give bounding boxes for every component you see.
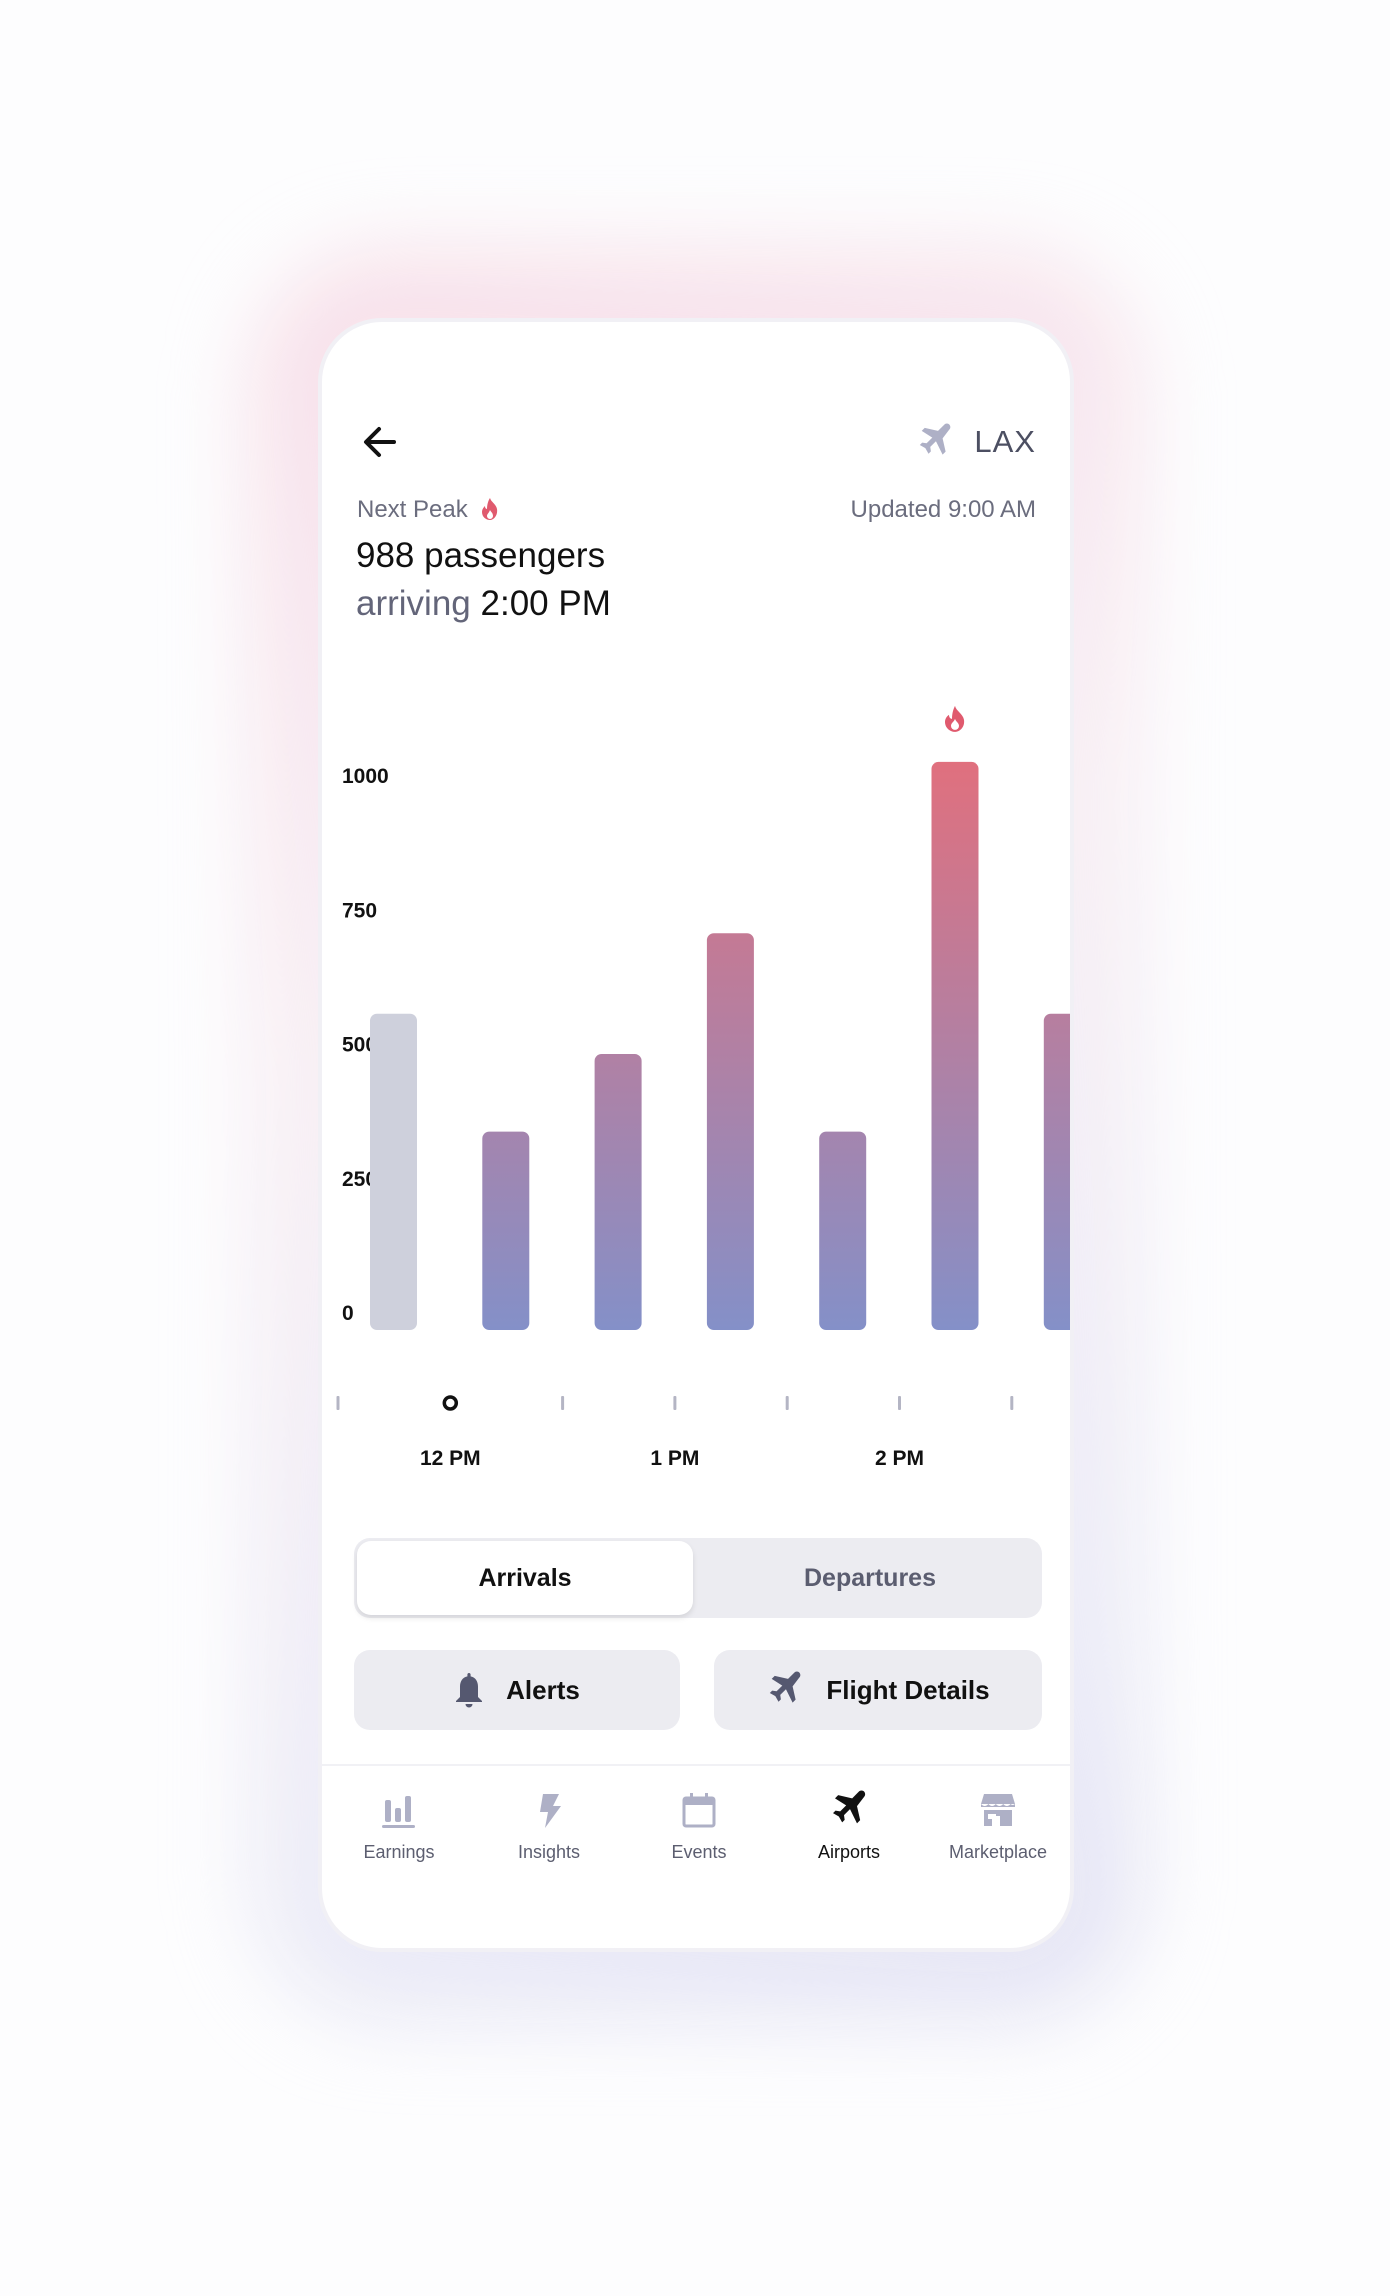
peak-passenger-count: 988 passengers <box>356 536 606 575</box>
calendar-icon <box>682 1793 716 1828</box>
nav-item-marketplace[interactable]: Marketplace <box>923 1782 1070 1863</box>
x-tick-label: 2 PM <box>875 1447 924 1470</box>
chart-bar[interactable] <box>706 933 754 1330</box>
updated-timestamp: Updated 9:00 AM <box>850 496 1036 523</box>
storefront-icon <box>981 1794 1015 1826</box>
flame-icon <box>481 498 497 520</box>
next-peak-label: Next Peak <box>357 496 500 524</box>
x-tick <box>1010 1396 1014 1410</box>
chart-bar[interactable] <box>1043 1013 1074 1330</box>
airplane-icon <box>770 1671 801 1703</box>
bell-icon <box>456 1673 483 1708</box>
y-tick-label: 500 <box>342 1034 377 1057</box>
nav-label-marketplace: Marketplace <box>948 1842 1048 1862</box>
chart-bar[interactable] <box>819 1131 867 1330</box>
nav-divider <box>322 1764 1070 1766</box>
y-tick-label: 750 <box>342 899 377 922</box>
x-tick-label: 1 PM <box>650 1447 699 1470</box>
peak-time: 2:00 PM <box>480 584 611 623</box>
nav-item-earnings[interactable]: Earnings <box>324 1782 474 1863</box>
y-tick-label: 1000 <box>342 765 389 788</box>
alerts-button[interactable]: Alerts <box>354 1650 680 1730</box>
x-tick <box>673 1396 677 1410</box>
nav-label-airports: Airports <box>817 1842 880 1862</box>
tab-departures[interactable]: Departures <box>698 1538 1042 1618</box>
bar-chart-icon <box>382 1796 415 1828</box>
peak-bar[interactable] <box>931 761 979 1330</box>
x-tick-label: 12 PM <box>420 1447 481 1470</box>
airport-selector[interactable]: LAX <box>916 422 1036 462</box>
peak-arrival-time: arriving 2:00 PM <box>356 584 611 624</box>
x-tick <box>785 1396 789 1410</box>
nav-item-events[interactable]: Events <box>624 1782 774 1863</box>
nav-item-airports[interactable]: Airports <box>774 1782 924 1863</box>
flame-icon <box>945 705 965 732</box>
x-tick <box>336 1396 340 1410</box>
chart-bar[interactable] <box>370 1013 417 1330</box>
arrow-left-icon <box>364 427 396 457</box>
nav-item-insights[interactable]: Insights <box>474 1782 624 1863</box>
airplane-icon <box>920 423 951 455</box>
chart-bar[interactable] <box>594 1054 642 1330</box>
x-tick <box>561 1396 565 1410</box>
arriving-label: arriving <box>356 584 471 623</box>
airplane-icon <box>833 1790 866 1824</box>
nav-label-earnings: Earnings <box>363 1842 435 1862</box>
chart-bar[interactable] <box>482 1131 530 1330</box>
flight-details-button[interactable]: Flight Details <box>714 1650 1042 1730</box>
alerts-label: Alerts <box>506 1674 580 1705</box>
x-tick <box>898 1396 901 1410</box>
flight-details-label: Flight Details <box>826 1674 990 1705</box>
nav-label-events: Events <box>671 1842 727 1862</box>
current-time-marker <box>442 1395 459 1411</box>
bottom-nav: Earnings Insights Events Airports Market… <box>322 1782 1070 1882</box>
lightning-icon <box>540 1794 561 1828</box>
phone-screen: LAX Next Peak Updated 9:00 AM 988 passen… <box>318 318 1074 1952</box>
nav-label-insights: Insights <box>517 1842 581 1862</box>
tab-arrivals[interactable]: Arrivals <box>357 1541 693 1615</box>
airport-code: LAX <box>974 424 1036 459</box>
y-tick-label: 250 <box>342 1168 377 1191</box>
arrivals-departures-toggle: Arrivals Departures <box>354 1538 1042 1618</box>
next-peak-text: Next Peak <box>357 496 468 523</box>
back-button[interactable] <box>360 422 400 462</box>
y-tick-label: 0 <box>342 1302 354 1325</box>
